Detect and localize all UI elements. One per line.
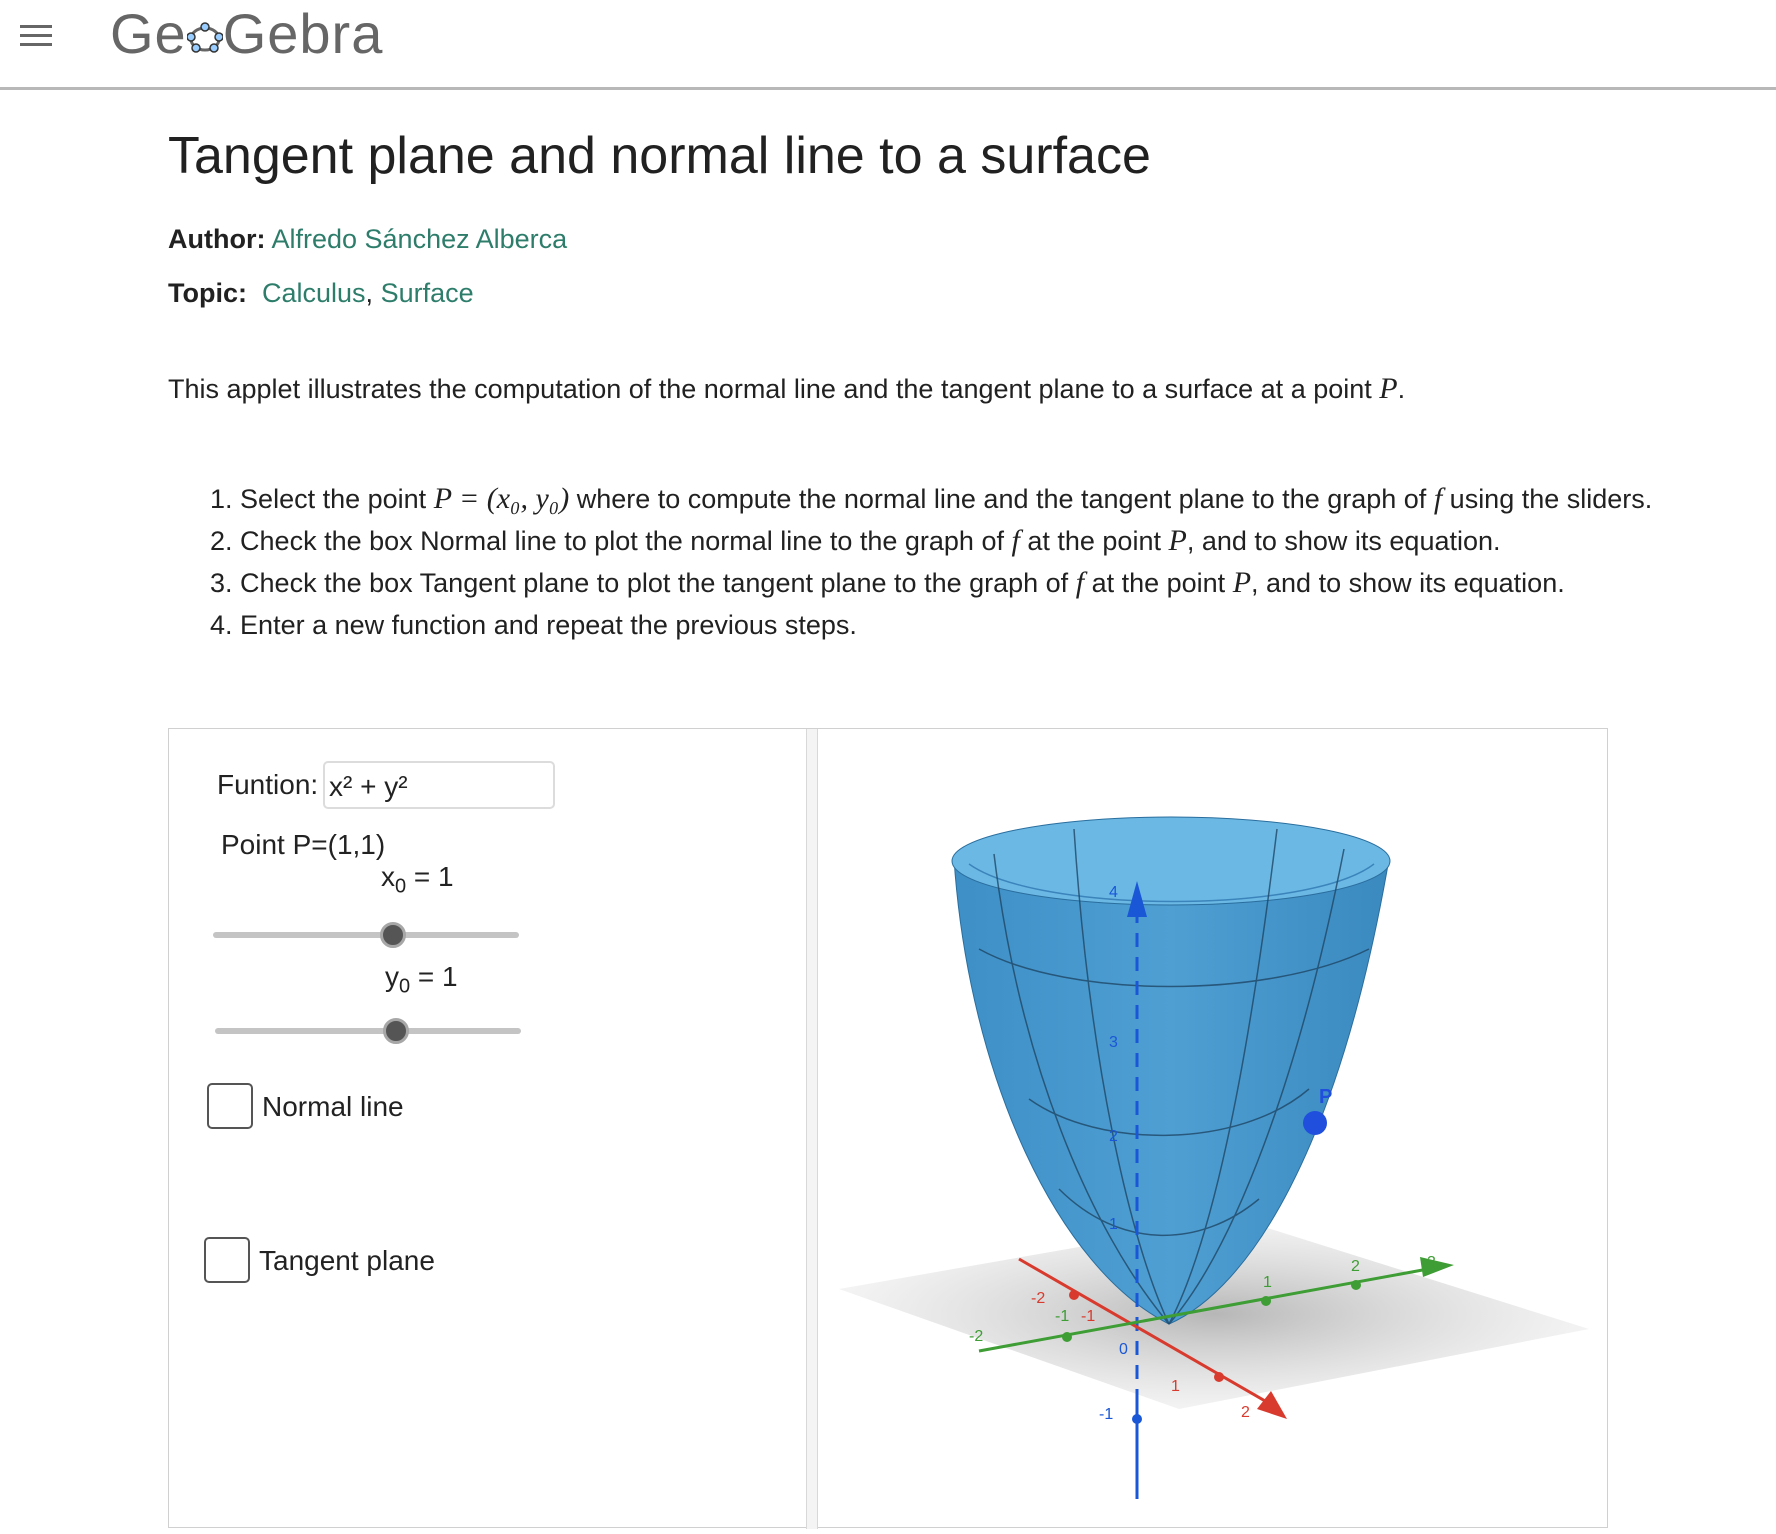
- geogebra-applet: Funtion: x² + y² Point P=(1,1) x0 = 1 y0…: [168, 728, 1608, 1529]
- menu-icon[interactable]: [20, 25, 52, 47]
- normal-line-checkbox[interactable]: [207, 1083, 253, 1129]
- step-text: , and to show its equation.: [1251, 568, 1565, 598]
- x0-label: x0 = 1: [381, 861, 454, 899]
- list-item: 2. Check the box Normal line to plot the…: [210, 522, 1652, 564]
- topic-separator: ,: [365, 278, 374, 308]
- instruction-list: 1. Select the point P = (x₀, y₀) where t…: [210, 480, 1652, 648]
- y0-var: y: [385, 961, 399, 992]
- z-tick-label: 0: [1119, 1341, 1128, 1358]
- tangent-plane-checkbox[interactable]: [204, 1237, 250, 1283]
- intro-text: This applet illustrates the computation …: [168, 374, 1372, 404]
- step-text: using the sliders.: [1449, 484, 1653, 514]
- step-math: P: [1232, 566, 1252, 599]
- step-math: P: [1168, 524, 1187, 557]
- step-number: 1.: [210, 484, 233, 514]
- x0-var: x: [381, 861, 395, 892]
- y0-slider[interactable]: [215, 1028, 521, 1034]
- step-text: at the point: [1027, 526, 1161, 556]
- algebra-panel: Funtion: x² + y² Point P=(1,1) x0 = 1 y0…: [169, 729, 806, 1529]
- panel-splitter[interactable]: [806, 729, 818, 1529]
- page-title: Tangent plane and normal line to a surfa…: [168, 127, 1151, 185]
- intro-math-p: P: [1379, 372, 1398, 405]
- author-line: Author: Alfredo Sánchez Alberca: [168, 222, 567, 256]
- y0-value: = 1: [410, 961, 458, 992]
- intro-end: .: [1397, 374, 1406, 404]
- step-number: 3.: [210, 568, 233, 598]
- function-label: Funtion:: [217, 769, 319, 800]
- step-text: , and to show its equation.: [1186, 526, 1501, 556]
- geogebra-logo[interactable]: Ge Gebra: [110, 2, 383, 66]
- y-tick-label: -2: [969, 1328, 983, 1345]
- y-tick-label: -1: [1055, 1308, 1069, 1325]
- normal-line-label[interactable]: Normal line: [262, 1091, 404, 1123]
- list-item: 3. Check the box Tangent plane to plot t…: [210, 564, 1652, 606]
- step-math: P = (x₀, y₀): [433, 482, 570, 515]
- author-link[interactable]: Alfredo Sánchez Alberca: [271, 224, 567, 254]
- list-item: 4. Enter a new function and repeat the p…: [210, 606, 1652, 648]
- y-tick-label: 2: [1351, 1258, 1360, 1275]
- x0-slider-thumb[interactable]: [380, 922, 406, 948]
- point-p-label: P: [1319, 1086, 1332, 1108]
- step-number: 4.: [210, 610, 233, 640]
- step-text: Check the box Tangent plane to plot the …: [240, 568, 1069, 598]
- paraboloid-rim: [951, 816, 1391, 906]
- topic-line: Topic: Calculus, Surface: [168, 276, 474, 310]
- x-tick-label: 1: [1171, 1378, 1180, 1395]
- x0-value: = 1: [406, 861, 454, 892]
- z-tick-label: 2: [1109, 1128, 1118, 1145]
- y0-label: y0 = 1: [385, 961, 458, 999]
- z-tick-label: 3: [1109, 1034, 1118, 1051]
- step-math: f: [1075, 566, 1085, 599]
- logo-right: Gebra: [222, 2, 384, 65]
- y-tick-label: 1: [1263, 1274, 1272, 1291]
- tangent-plane-label[interactable]: Tangent plane: [259, 1245, 435, 1277]
- point-p[interactable]: [1303, 1111, 1327, 1135]
- graphics-3d-canvas[interactable]: 4 3 2 1 0 -1 -2 -1 1 2 3 -2 -1 1 2 P: [819, 729, 1607, 1529]
- graphics-3d-view[interactable]: 4 3 2 1 0 -1 -2 -1 1 2 3 -2 -1 1 2 P: [819, 729, 1607, 1529]
- point-label: Point P=(1,1): [221, 829, 386, 860]
- step-text: Check the box Normal line to plot the no…: [240, 526, 1004, 556]
- z-tick-label: 1: [1109, 1216, 1118, 1233]
- intro-paragraph: This applet illustrates the computation …: [168, 372, 1405, 406]
- y0-slider-thumb[interactable]: [383, 1018, 409, 1044]
- z-tick-label: -1: [1099, 1406, 1113, 1423]
- step-math: f: [1011, 524, 1020, 557]
- z-tick-label: 4: [1109, 884, 1118, 901]
- topic-link-surface[interactable]: Surface: [381, 278, 474, 308]
- top-bar: Ge Gebra: [0, 0, 1776, 90]
- x-tick-label: -2: [1031, 1290, 1045, 1307]
- step-text: Select the point: [240, 484, 427, 514]
- step-text: where to compute the normal line and the…: [576, 484, 1427, 514]
- y0-sub: 0: [399, 975, 411, 998]
- step-number: 2.: [210, 526, 233, 556]
- step-text: at the point: [1091, 568, 1226, 598]
- author-label: Author:: [168, 224, 266, 254]
- x-tick-label: -1: [1081, 1308, 1095, 1325]
- function-input[interactable]: x² + y²: [323, 761, 555, 809]
- x0-slider[interactable]: [213, 932, 519, 938]
- topic-label: Topic:: [168, 278, 247, 308]
- x0-sub: 0: [395, 875, 407, 898]
- list-item: 1. Select the point P = (x₀, y₀) where t…: [210, 480, 1652, 522]
- topic-link-calculus[interactable]: Calculus: [262, 278, 366, 308]
- x-tick-label: 2: [1241, 1404, 1250, 1421]
- logo-ellipse-icon: [186, 22, 223, 53]
- step-text: Enter a new function and repeat the prev…: [240, 610, 857, 640]
- logo-left: Ge: [110, 2, 187, 65]
- step-math: f: [1433, 482, 1443, 515]
- y-tick-label: 3: [1427, 1254, 1436, 1271]
